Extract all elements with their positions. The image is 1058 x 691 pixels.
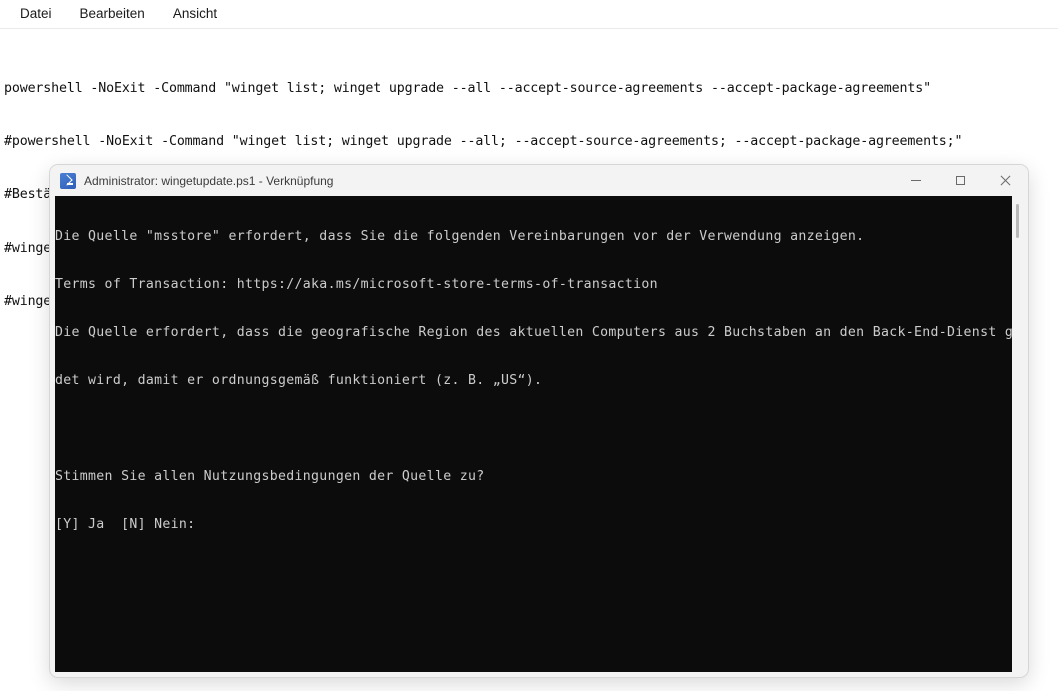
close-button[interactable]: [983, 165, 1028, 196]
console-title-bar[interactable]: Administrator: wingetupdate.ps1 - Verknü…: [50, 165, 1028, 196]
menu-bar: Datei Bearbeiten Ansicht: [0, 0, 1058, 29]
console-title-text: Administrator: wingetupdate.ps1 - Verknü…: [84, 173, 334, 188]
maximize-icon: [956, 176, 965, 185]
minimize-button[interactable]: [893, 165, 938, 196]
console-prompt-line: [Y] Ja [N] Nein:: [55, 517, 196, 532]
powershell-console-window: Administrator: wingetupdate.ps1 - Verknü…: [50, 165, 1028, 677]
close-icon: [1000, 175, 1011, 186]
menu-item-datei[interactable]: Datei: [6, 2, 66, 26]
console-line: Die Quelle erfordert, dass die geografis…: [55, 325, 1012, 340]
editor-line: powershell -NoExit -Command "winget list…: [4, 80, 931, 96]
editor-line: #powershell -NoExit -Command "winget lis…: [4, 133, 963, 149]
menu-item-ansicht[interactable]: Ansicht: [159, 2, 231, 26]
minimize-icon: [910, 180, 921, 181]
maximize-button[interactable]: [938, 165, 983, 196]
console-scrollbar[interactable]: [1012, 196, 1023, 672]
console-line: Terms of Transaction: https://aka.ms/mic…: [55, 277, 658, 292]
console-line: det wird, damit er ordnungsgemäß funktio…: [55, 373, 543, 388]
console-scrollbar-thumb[interactable]: [1016, 204, 1019, 238]
window-controls: [893, 165, 1028, 196]
console-output-area[interactable]: Die Quelle "msstore" erfordert, dass Sie…: [55, 196, 1012, 672]
console-line: Stimmen Sie allen Nutzungsbedingungen de…: [55, 469, 485, 484]
console-text: Die Quelle "msstore" erfordert, dass Sie…: [55, 196, 1012, 565]
menu-item-bearbeiten[interactable]: Bearbeiten: [66, 2, 159, 26]
console-line: Die Quelle "msstore" erfordert, dass Sie…: [55, 229, 865, 244]
powershell-icon: [60, 172, 76, 189]
